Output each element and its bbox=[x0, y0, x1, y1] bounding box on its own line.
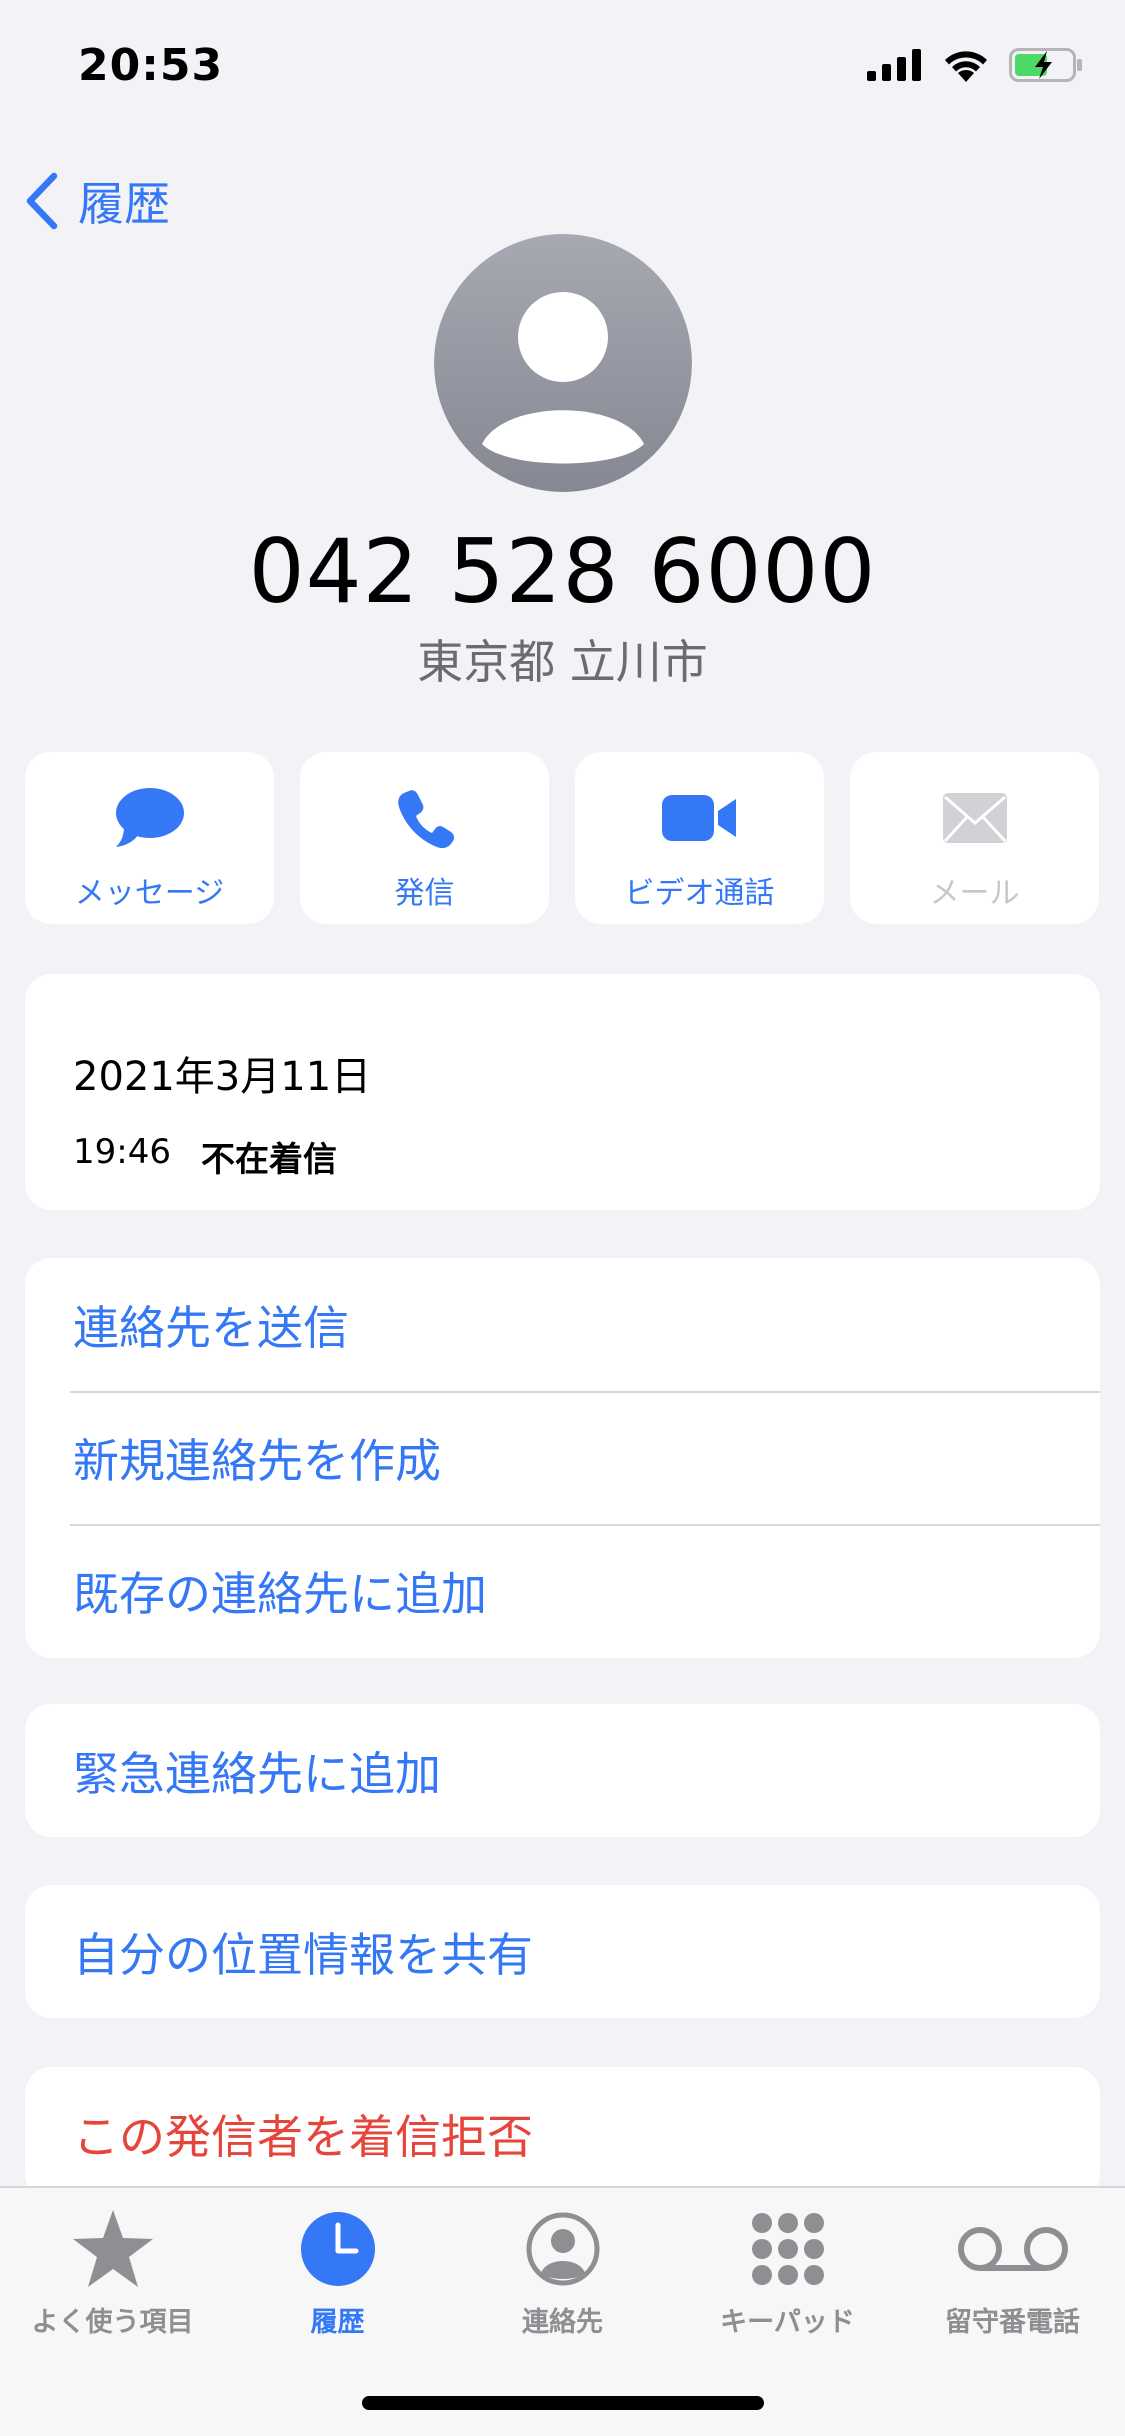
cellular-signal-icon bbox=[867, 49, 921, 81]
tab-keypad[interactable]: キーパッド bbox=[675, 2206, 900, 2339]
battery-charging-icon bbox=[1009, 48, 1082, 82]
chevron-left-icon bbox=[26, 172, 58, 230]
send-contact-button[interactable]: 連絡先を送信 bbox=[25, 1258, 1100, 1391]
phone-icon bbox=[397, 790, 454, 849]
tab-voicemail[interactable]: 留守番電話 bbox=[900, 2206, 1125, 2339]
history-call-type: 不在着信 bbox=[200, 1140, 337, 1180]
voicemail-icon bbox=[957, 2227, 1068, 2271]
video-call-button[interactable]: ビデオ通話 bbox=[575, 752, 824, 924]
phone-number: 042 528 6000 bbox=[248, 520, 877, 623]
call-detail-screen: 20:53 履歴 042 528 6000 東京都 立川市 メッセージ 発信 ビ… bbox=[0, 0, 1125, 2436]
message-button[interactable]: メッセージ bbox=[25, 752, 274, 924]
contact-avatar bbox=[434, 234, 692, 492]
person-silhouette-icon bbox=[434, 234, 692, 492]
contact-options-card: 連絡先を送信 新規連絡先を作成 既存の連絡先に追加 bbox=[25, 1258, 1100, 1658]
block-caller-card: この発信者を着信拒否 bbox=[25, 2067, 1100, 2200]
tab-keypad-label: キーパッド bbox=[720, 2307, 855, 2338]
create-new-contact-button[interactable]: 新規連絡先を作成 bbox=[25, 1391, 1100, 1524]
tab-recents-label: 履歴 bbox=[310, 2307, 365, 2338]
star-icon bbox=[72, 2210, 153, 2287]
add-to-existing-contact-button[interactable]: 既存の連絡先に追加 bbox=[25, 1524, 1100, 1657]
block-caller-button[interactable]: この発信者を着信拒否 bbox=[25, 2067, 1100, 2200]
phone-location: 東京都 立川市 bbox=[417, 635, 708, 689]
back-button[interactable]: 履歴 bbox=[24, 166, 170, 236]
message-button-label: メッセージ bbox=[74, 876, 225, 911]
tab-contacts-label: 連絡先 bbox=[522, 2307, 603, 2338]
tab-voicemail-label: 留守番電話 bbox=[945, 2307, 1080, 2338]
mail-button-label: メール bbox=[929, 876, 1020, 911]
person-circle-icon bbox=[526, 2212, 599, 2286]
share-location-card: 自分の位置情報を共有 bbox=[25, 1885, 1100, 2018]
call-button[interactable]: 発信 bbox=[300, 752, 549, 924]
add-emergency-contact-button[interactable]: 緊急連絡先に追加 bbox=[25, 1704, 1100, 1837]
tab-favorites[interactable]: よく使う項目 bbox=[0, 2206, 225, 2339]
tab-contacts[interactable]: 連絡先 bbox=[450, 2206, 675, 2339]
history-entry: 19:46 不在着信 bbox=[73, 1132, 1100, 1181]
status-time: 20:53 bbox=[78, 40, 224, 91]
history-date: 2021年3月11日 bbox=[73, 1054, 372, 1100]
mail-icon bbox=[942, 793, 1007, 843]
share-location-button[interactable]: 自分の位置情報を共有 bbox=[25, 1885, 1100, 2018]
keypad-icon bbox=[751, 2213, 824, 2285]
status-icons bbox=[867, 48, 1083, 82]
history-time: 19:46 bbox=[73, 1132, 171, 1172]
video-call-button-label: ビデオ通話 bbox=[624, 876, 775, 911]
mail-button[interactable]: メール bbox=[850, 752, 1099, 924]
tab-favorites-label: よく使う項目 bbox=[31, 2307, 194, 2338]
back-button-label: 履歴 bbox=[78, 177, 170, 231]
home-indicator bbox=[362, 2396, 764, 2410]
quick-actions: メッセージ 発信 ビデオ通話 メール bbox=[25, 752, 1100, 924]
clock-icon bbox=[300, 2212, 375, 2286]
message-icon bbox=[115, 788, 184, 847]
call-button-label: 発信 bbox=[394, 876, 455, 911]
call-history-card: 2021年3月11日 19:46 不在着信 bbox=[25, 974, 1100, 1210]
video-icon bbox=[661, 795, 736, 841]
wifi-icon bbox=[945, 51, 987, 82]
tab-recents[interactable]: 履歴 bbox=[225, 2206, 450, 2339]
emergency-contact-card: 緊急連絡先に追加 bbox=[25, 1704, 1100, 1837]
